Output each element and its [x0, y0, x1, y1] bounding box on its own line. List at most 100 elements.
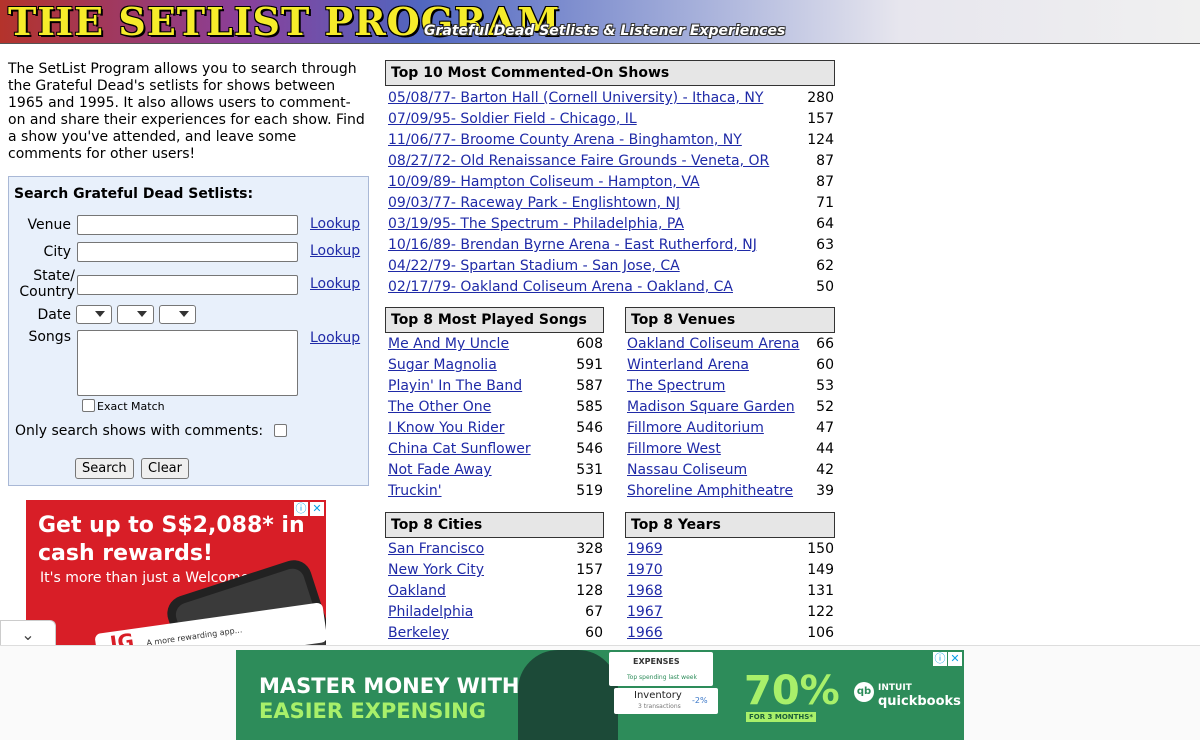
venue-link[interactable]: Oakland Coliseum Arena — [627, 334, 799, 355]
year-count: 106 — [807, 625, 834, 641]
person-image — [518, 650, 618, 740]
show-link[interactable]: 02/17/79- Oakland Coliseum Arena - Oakla… — [388, 277, 733, 298]
song-link[interactable]: The Other One — [388, 397, 491, 418]
song-count: 608 — [576, 336, 603, 352]
song-count: 546 — [576, 441, 603, 457]
show-count: 124 — [807, 132, 834, 148]
state-label: State/ Country — [19, 268, 75, 300]
city-link[interactable]: Philadelphia — [388, 602, 473, 623]
chevron-down-icon[interactable]: ⌄ — [0, 620, 56, 648]
venue-link[interactable]: Madison Square Garden — [627, 397, 795, 418]
show-link[interactable]: 08/27/72- Old Renaissance Faire Grounds … — [388, 151, 769, 172]
year-link[interactable]: 1968 — [627, 581, 663, 602]
city-link[interactable]: New York City — [388, 560, 484, 581]
show-link[interactable]: 10/09/89- Hampton Coliseum - Hampton, VA — [388, 172, 700, 193]
venue-count: 52 — [816, 399, 834, 415]
city-count: 128 — [576, 583, 603, 599]
venue-link[interactable]: Winterland Arena — [627, 355, 749, 376]
city-link[interactable]: San Francisco — [388, 539, 484, 560]
inventory-card: Inventory 3 transactions -2% — [614, 688, 718, 714]
date-year-select[interactable] — [159, 305, 196, 324]
song-count: 585 — [576, 399, 603, 415]
show-count: 63 — [816, 237, 834, 253]
year-link[interactable]: 1970 — [627, 560, 663, 581]
show-link[interactable]: 10/16/89- Brendan Byrne Arena - East Rut… — [388, 235, 757, 256]
state-lookup-link[interactable]: Lookup — [310, 276, 360, 292]
comments-only-checkbox[interactable] — [274, 424, 287, 437]
year-link[interactable]: 1967 — [627, 602, 663, 623]
state-input[interactable] — [77, 275, 298, 295]
close-icon[interactable]: ✕ — [948, 652, 962, 666]
show-link[interactable]: 11/06/77- Broome County Arena - Binghamt… — [388, 130, 742, 151]
songs-textarea[interactable] — [77, 330, 298, 396]
comments-only-label: Only search shows with comments: — [15, 423, 264, 439]
year-count: 150 — [807, 541, 834, 557]
venue-lookup-link[interactable]: Lookup — [310, 216, 360, 232]
city-lookup-link[interactable]: Lookup — [310, 243, 360, 259]
song-count: 587 — [576, 378, 603, 394]
ad-brand-name: quickbooks — [878, 694, 961, 709]
inventory-sub: 3 transactions — [638, 703, 681, 710]
show-link[interactable]: 05/08/77- Barton Hall (Cornell Universit… — [388, 88, 763, 109]
venue-link[interactable]: The Spectrum — [627, 376, 725, 397]
city-link[interactable]: Oakland — [388, 581, 446, 602]
ad-brand: IG — [108, 628, 136, 645]
top-songs-header: Top 8 Most Played Songs — [385, 307, 604, 333]
show-link[interactable]: 03/19/95- The Spectrum - Philadelphia, P… — [388, 214, 684, 235]
year-link[interactable]: 1966 — [627, 623, 663, 644]
search-title: Search Grateful Dead Setlists: — [14, 186, 254, 202]
date-day-select[interactable] — [117, 305, 154, 324]
adchoices-icon[interactable]: ⓘ — [933, 652, 947, 666]
quickbooks-ad[interactable]: MASTER MONEY WITH EASIER EXPENSING EXPEN… — [236, 650, 964, 740]
city-label: City — [43, 244, 71, 260]
songs-label: Songs — [28, 329, 71, 345]
search-button[interactable]: Search — [75, 458, 134, 479]
show-link[interactable]: 09/03/77- Raceway Park - Englishtown, NJ — [388, 193, 680, 214]
year-count: 122 — [807, 604, 834, 620]
ad-headline: Get up to S$2,088* in cash rewards! — [38, 513, 305, 566]
song-link[interactable]: Not Fade Away — [388, 460, 492, 481]
song-link[interactable]: Sugar Magnolia — [388, 355, 497, 376]
exact-match-checkbox[interactable] — [82, 399, 95, 412]
song-link[interactable]: Truckin' — [388, 481, 442, 502]
year-count: 149 — [807, 562, 834, 578]
close-icon[interactable]: ✕ — [310, 502, 324, 516]
clear-button[interactable]: Clear — [141, 458, 189, 479]
venue-link[interactable]: Fillmore West — [627, 439, 721, 460]
song-link[interactable]: I Know You Rider — [388, 418, 505, 439]
venue-count: 66 — [816, 336, 834, 352]
show-count: 71 — [816, 195, 834, 211]
top-years-header: Top 8 Years — [625, 512, 835, 538]
song-count: 531 — [576, 462, 603, 478]
songs-lookup-link[interactable]: Lookup — [310, 330, 360, 346]
venue-link[interactable]: Nassau Coliseum — [627, 460, 747, 481]
inventory-label: Inventory — [634, 690, 682, 701]
top-venues-header: Top 8 Venues — [625, 307, 835, 333]
venue-count: 44 — [816, 441, 834, 457]
quickbooks-logo-icon: qb — [854, 682, 874, 702]
rewards-ad[interactable]: Get up to S$2,088* in cash rewards! It's… — [26, 500, 326, 645]
city-input[interactable] — [77, 242, 298, 262]
song-link[interactable]: Me And My Uncle — [388, 334, 509, 355]
ad-line2: EASIER EXPENSING — [259, 699, 486, 723]
city-count: 67 — [585, 604, 603, 620]
venue-count: 39 — [816, 483, 834, 499]
show-link[interactable]: 07/09/95- Soldier Field - Chicago, IL — [388, 109, 637, 130]
venue-link[interactable]: Shoreline Amphitheatre — [627, 481, 793, 502]
song-link[interactable]: China Cat Sunflower — [388, 439, 531, 460]
city-link[interactable]: Berkeley — [388, 623, 449, 644]
venue-link[interactable]: Fillmore Auditorium — [627, 418, 764, 439]
date-month-select[interactable] — [76, 305, 112, 324]
venue-input[interactable] — [77, 215, 298, 235]
song-link[interactable]: Playin' In The Band — [388, 376, 522, 397]
venue-count: 60 — [816, 357, 834, 373]
ad-line1: MASTER MONEY WITH — [259, 674, 520, 698]
top-shows-header: Top 10 Most Commented-On Shows — [385, 60, 835, 86]
year-link[interactable]: 1969 — [627, 539, 663, 560]
song-count: 519 — [576, 483, 603, 499]
venue-count: 47 — [816, 420, 834, 436]
show-link[interactable]: 04/22/79- Spartan Stadium - San Jose, CA — [388, 256, 680, 277]
adchoices-icon[interactable]: ⓘ — [294, 502, 308, 516]
ad-months: FOR 3 MONTHS* — [746, 712, 816, 722]
city-count: 328 — [576, 541, 603, 557]
